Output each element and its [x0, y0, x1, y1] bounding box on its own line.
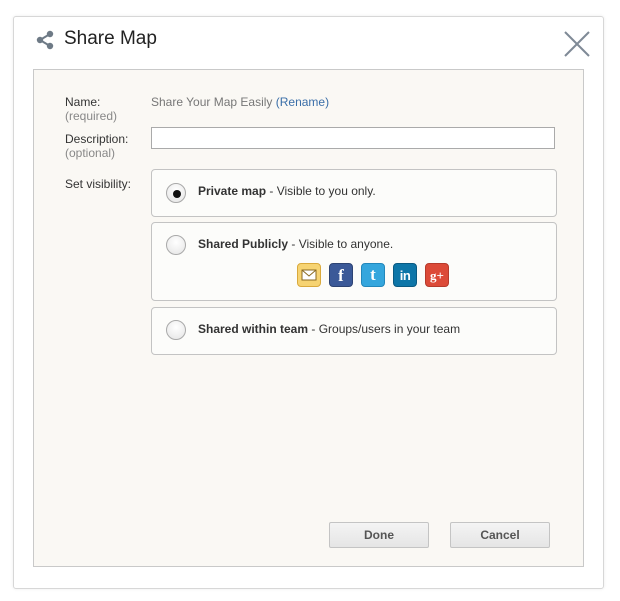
- map-name-group: Share Your Map Easily (Rename): [151, 95, 329, 109]
- description-input[interactable]: [151, 127, 555, 149]
- description-optional-hint: (optional): [65, 146, 116, 160]
- private-option-title: Private map: [198, 184, 267, 198]
- done-button[interactable]: Done: [329, 522, 429, 548]
- public-option-text: Shared Publicly - Visible to anyone.: [198, 237, 393, 251]
- name-label-group: Name: (required): [65, 95, 117, 123]
- team-option-title: Shared within team: [198, 322, 309, 336]
- team-radio[interactable]: [166, 320, 186, 340]
- linkedin-icon[interactable]: in: [393, 263, 417, 287]
- visibility-label: Set visibility:: [65, 177, 132, 191]
- name-label: Name:: [65, 95, 101, 109]
- private-option-description: - Visible to you only.: [266, 184, 376, 198]
- social-share-icons: f t in g+: [297, 263, 449, 287]
- twitter-icon[interactable]: t: [361, 263, 385, 287]
- dialog-title: Share Map: [64, 28, 157, 49]
- close-icon[interactable]: [561, 28, 593, 60]
- public-radio[interactable]: [166, 235, 186, 255]
- map-name-value: Share Your Map Easily: [151, 95, 273, 109]
- facebook-icon[interactable]: f: [329, 263, 353, 287]
- description-label: Description:: [65, 132, 129, 146]
- share-icon: [36, 30, 54, 50]
- name-required-hint: (required): [65, 109, 118, 123]
- team-option-description: - Groups/users in your team: [308, 322, 461, 336]
- description-label-group: Description: (optional): [65, 132, 128, 160]
- public-option-title: Shared Publicly: [198, 237, 289, 251]
- share-map-dialog: Share Map Name: (required) Share Your Ma…: [13, 16, 604, 589]
- rename-link[interactable]: (Rename): [276, 95, 329, 109]
- visibility-option-public[interactable]: Shared Publicly - Visible to anyone. f t…: [151, 222, 557, 301]
- visibility-option-team[interactable]: Shared within team - Groups/users in you…: [151, 307, 557, 355]
- visibility-option-private[interactable]: Private map - Visible to you only.: [151, 169, 557, 217]
- team-option-text: Shared within team - Groups/users in you…: [198, 322, 460, 336]
- email-icon[interactable]: [297, 263, 321, 287]
- private-radio[interactable]: [166, 183, 186, 203]
- radio-selected-dot: [173, 190, 181, 198]
- share-form-panel: Name: (required) Share Your Map Easily (…: [33, 69, 584, 567]
- cancel-button[interactable]: Cancel: [450, 522, 550, 548]
- google-plus-icon[interactable]: g+: [425, 263, 449, 287]
- private-option-text: Private map - Visible to you only.: [198, 184, 376, 198]
- public-option-description: - Visible to anyone.: [288, 237, 394, 251]
